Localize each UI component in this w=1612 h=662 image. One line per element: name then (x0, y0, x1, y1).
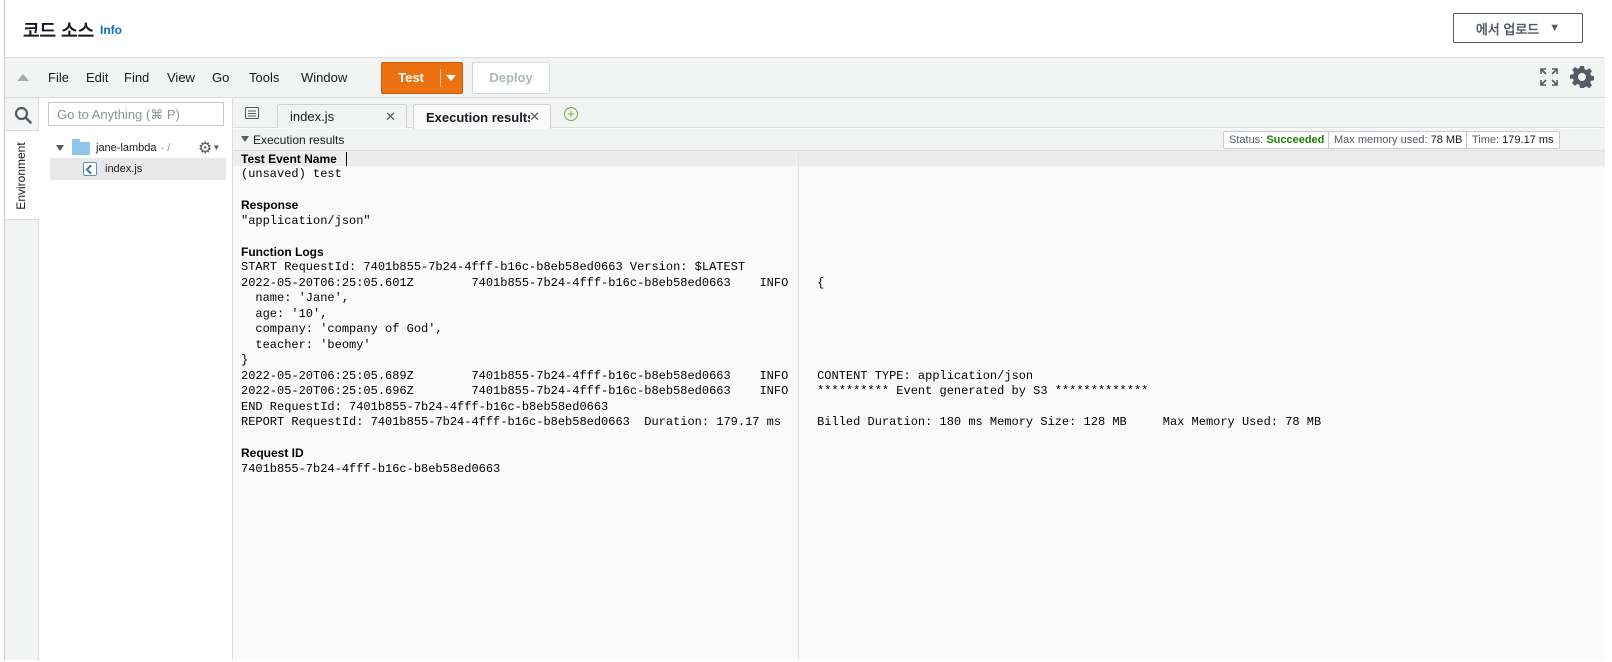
execution-output[interactable]: Test Event Name (unsaved) test Response … (233, 151, 1605, 660)
status-label: Status: (1229, 134, 1264, 146)
memory-label: Max memory used: (1334, 134, 1428, 146)
time-label: Time: (1472, 134, 1500, 146)
menu-tools[interactable]: Tools (249, 70, 279, 85)
add-tab-icon[interactable]: + (564, 107, 578, 121)
ide-menubar: File Edit Find View Go Tools Window Test… (5, 58, 1605, 98)
function-logs-heading: Function Logs (241, 245, 324, 259)
time-badge: Time: 179.17 ms (1466, 131, 1560, 149)
log-line: 2022-05-20T06:25:05.696Z 7401b855-7b24-4… (241, 384, 1149, 398)
menu-edit[interactable]: Edit (86, 70, 108, 85)
execution-results-header: Execution results Status: Succeeded Max … (233, 129, 1605, 151)
log-line: teacher: 'beomy' (241, 338, 371, 352)
time-value: 179.17 ms (1502, 134, 1554, 146)
response-value: "application/json" (241, 214, 371, 228)
app-frame: 코드 소스 Info 에서 업로드 ▼ File Edit Find View … (4, 0, 1605, 660)
log-line: END RequestId: 7401b855-7b24-4fff-b16c-b… (241, 400, 609, 414)
collapse-arrow-icon[interactable] (17, 74, 29, 81)
current-line-highlight (233, 151, 1605, 166)
execution-results-label: Execution results (253, 133, 345, 147)
code-source-header: 코드 소스 Info 에서 업로드 ▼ (5, 0, 1605, 58)
fullscreen-icon[interactable] (1540, 68, 1558, 86)
response-heading: Response (241, 198, 299, 212)
tab-list-icon[interactable] (245, 107, 259, 119)
log-line: company: 'company of God', (241, 322, 443, 336)
menu-go[interactable]: Go (212, 70, 229, 85)
close-icon[interactable]: ✕ (529, 109, 540, 125)
print-margin-line (798, 151, 799, 660)
log-line: age: '10', (241, 307, 328, 321)
menu-file[interactable]: File (48, 70, 69, 85)
tree-root-folder[interactable]: jane-lambda - / (56, 138, 171, 157)
environment-tab-label: Environment (14, 142, 28, 210)
tree-settings-gear-icon[interactable]: ⚙▼ (198, 138, 220, 158)
upload-from-label: 에서 업로드 (1475, 21, 1540, 37)
js-file-icon (83, 162, 97, 176)
tab-index-js[interactable]: index.js ✕ (277, 104, 407, 128)
root-folder-path: - / (160, 142, 171, 154)
deploy-button[interactable]: Deploy (472, 62, 550, 94)
collapse-caret-icon[interactable] (241, 136, 249, 142)
environment-tab[interactable]: Environment (5, 130, 39, 220)
log-line: 2022-05-20T06:25:05.601Z 7401b855-7b24-4… (241, 276, 825, 290)
folder-icon (72, 138, 90, 155)
go-to-anything-input[interactable] (48, 102, 224, 126)
test-button-label: Test (398, 70, 424, 85)
tab-label: index.js (290, 109, 335, 124)
expand-arrow-icon[interactable] (56, 145, 64, 151)
log-line: name: 'Jane', (241, 291, 350, 305)
left-icon-strip: Environment (5, 98, 39, 660)
upload-from-button[interactable]: 에서 업로드 ▼ (1453, 13, 1583, 43)
editor-tabbar: index.js ✕ Execution results ✕ + (233, 98, 1605, 129)
test-event-heading: Test Event Name (241, 152, 337, 166)
info-link[interactable]: Info (100, 23, 122, 37)
page-title: 코드 소스 (23, 21, 95, 41)
root-folder-name: jane-lambda (96, 142, 157, 154)
request-id-heading: Request ID (241, 446, 304, 460)
status-value: Succeeded (1266, 134, 1325, 146)
gear-icon[interactable] (1570, 65, 1594, 89)
tree-file-index-js[interactable]: index.js (50, 158, 226, 180)
search-icon[interactable] (14, 106, 32, 124)
log-line: REPORT RequestId: 7401b855-7b24-4fff-b16… (241, 415, 1336, 429)
log-line: 2022-05-20T06:25:05.689Z 7401b855-7b24-4… (241, 369, 1034, 383)
caret-down-icon: ▼ (1549, 22, 1561, 34)
editor-area: index.js ✕ Execution results ✕ + Executi… (233, 98, 1605, 660)
status-badge: Status: Succeeded (1223, 131, 1331, 149)
log-line: START RequestId: 7401b855-7b24-4fff-b16c… (241, 260, 746, 274)
log-line: } (241, 353, 249, 367)
text-cursor (346, 152, 347, 166)
test-dropdown-icon[interactable] (446, 75, 456, 81)
close-icon[interactable]: ✕ (385, 109, 396, 125)
memory-value: 78 MB (1430, 134, 1463, 146)
test-button[interactable]: Test (381, 62, 463, 94)
menu-view[interactable]: View (167, 70, 195, 85)
request-id-value: 7401b855-7b24-4fff-b16c-b8eb58ed0663 (241, 462, 501, 476)
test-event-value: (unsaved) test (241, 167, 342, 181)
menu-find[interactable]: Find (124, 70, 149, 85)
tab-execution-results[interactable]: Execution results ✕ (413, 104, 551, 129)
file-tree-panel: jane-lambda - / ⚙▼ index.js (40, 98, 233, 660)
tree-file-label: index.js (105, 163, 143, 175)
menu-window[interactable]: Window (301, 70, 347, 85)
tab-label: Execution results (426, 109, 530, 125)
memory-badge: Max memory used: 78 MB (1328, 131, 1469, 149)
test-button-separator (440, 69, 441, 87)
